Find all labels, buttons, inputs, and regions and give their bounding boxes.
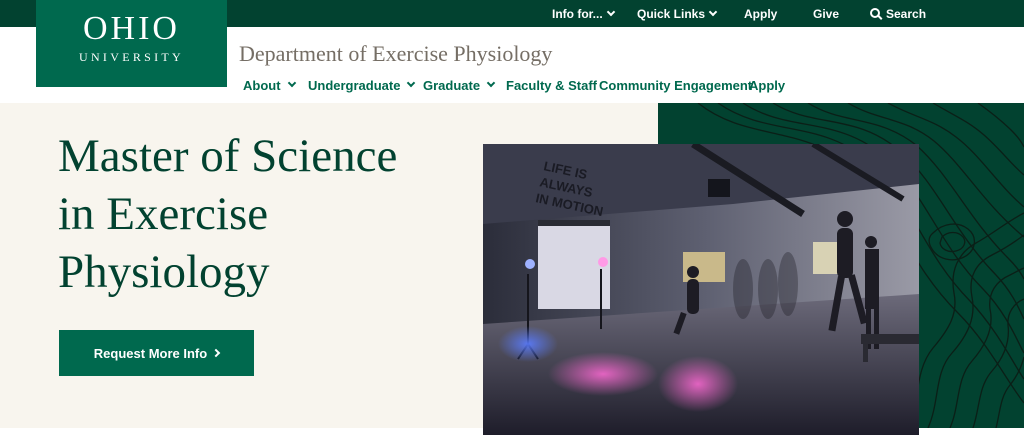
utility-apply-label: Apply: [744, 6, 778, 21]
nav-undergraduate[interactable]: Undergraduate: [308, 76, 416, 94]
nav-graduate-label: Graduate: [423, 77, 481, 93]
quick-links-menu[interactable]: Quick Links: [637, 0, 718, 27]
nav-about[interactable]: About: [243, 76, 296, 94]
nav-about-label: About: [243, 77, 281, 93]
request-more-info-label: Request More Info: [93, 345, 208, 361]
hero-headline-line2: in Exercise: [58, 188, 269, 240]
hero-headline: Master of Science in Exercise Physiology: [58, 127, 478, 301]
nav-faculty-staff-label: Faculty & Staff: [506, 77, 598, 93]
search-button[interactable]: Search: [870, 0, 926, 27]
hero-photo-illustration: LIFE IS ALWAYS IN MOTION: [483, 144, 919, 435]
logo-wordmark: OHIO: [83, 10, 180, 47]
utility-apply-link[interactable]: Apply: [744, 0, 777, 27]
nav-undergraduate-label: Undergraduate: [308, 77, 401, 93]
request-more-info-button[interactable]: Request More Info: [59, 330, 254, 376]
department-title[interactable]: Department of Exercise Physiology: [239, 42, 552, 66]
info-for-menu[interactable]: Info for...: [552, 0, 615, 27]
ohio-university-logo[interactable]: OHIO UNIVERSITY: [36, 0, 227, 87]
chevron-right-icon: [211, 348, 221, 358]
nav-graduate[interactable]: Graduate: [423, 76, 496, 94]
chevron-down-icon: [407, 78, 416, 88]
give-link[interactable]: Give: [813, 0, 839, 27]
info-for-label: Info for...: [552, 6, 603, 21]
chevron-down-icon: [486, 78, 496, 88]
search-label: Search: [886, 6, 927, 21]
nav-faculty-staff[interactable]: Faculty & Staff: [506, 76, 597, 94]
give-label: Give: [813, 6, 840, 21]
hero-headline-line1: Master of Science: [58, 130, 398, 182]
logo-subtitle: UNIVERSITY: [79, 50, 184, 64]
quick-links-label: Quick Links: [637, 6, 706, 21]
hero-photo-athlete-motion: LIFE IS ALWAYS IN MOTION: [483, 144, 919, 435]
search-icon: [870, 7, 880, 18]
nav-apply-label: Apply: [749, 77, 786, 93]
nav-apply[interactable]: Apply: [749, 76, 785, 94]
chevron-down-icon: [708, 7, 718, 16]
hero-headline-line3: Physiology: [58, 246, 270, 298]
nav-community-engagement-label: Community Engagement: [599, 77, 753, 93]
nav-community-engagement[interactable]: Community Engagement: [599, 76, 752, 94]
chevron-down-icon: [606, 7, 615, 16]
chevron-down-icon: [287, 78, 296, 88]
